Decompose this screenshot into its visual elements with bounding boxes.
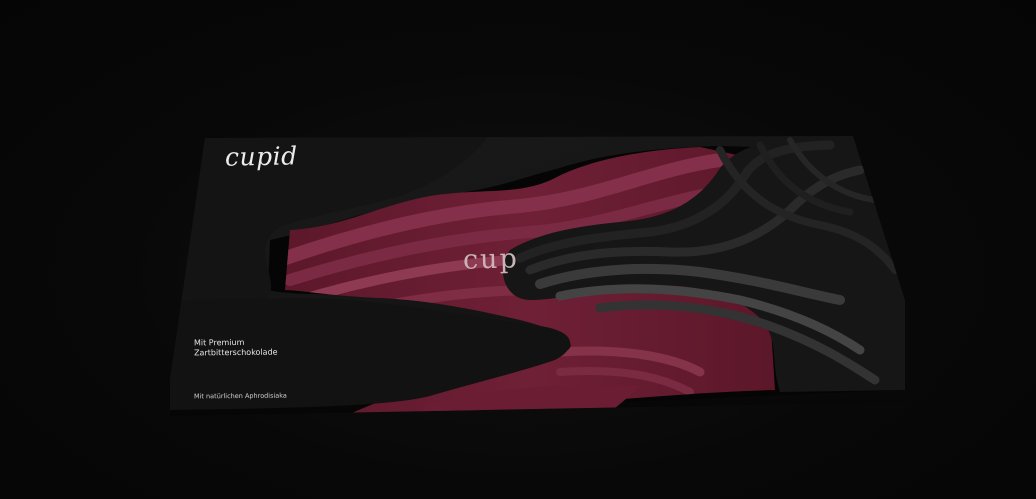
product-footnote: Mit natürlichen Aphrodisiaka — [193, 391, 287, 401]
product-photo: cupid cupid Mit Premium Zartbitterschoko… — [0, 0, 1036, 499]
brand-logo: cupid — [224, 141, 298, 172]
product-claim: Mit Premium Zartbitterschokolade — [194, 338, 278, 359]
claim-line-2: Zartbitterschokolade — [194, 347, 278, 358]
brand-center-logo: cupid — [462, 243, 520, 276]
